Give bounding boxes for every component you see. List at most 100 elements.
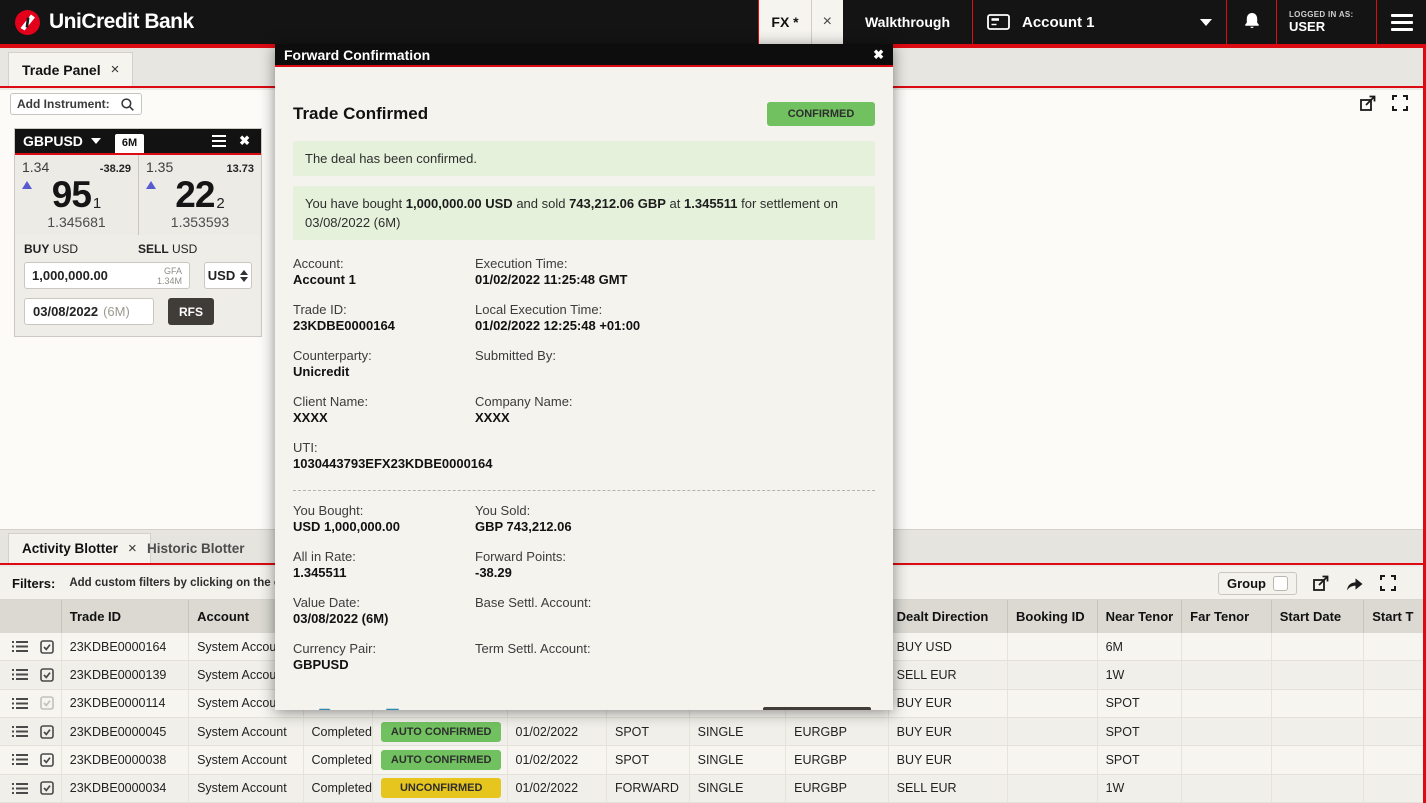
field-you-bought-: You Bought:USD 1,000,000.00	[293, 503, 475, 535]
tab-trade-panel-close-icon[interactable]: ×	[111, 61, 120, 78]
popout-icon[interactable]	[1359, 94, 1377, 112]
column-header-booking-id[interactable]: Booking ID	[1008, 600, 1098, 633]
column-header-blank[interactable]	[0, 600, 62, 633]
group-checkbox[interactable]	[1273, 576, 1288, 591]
cell-direction: BUY EUR	[889, 690, 1008, 717]
filters-hint: Add custom filters by clicking on the co…	[69, 577, 297, 589]
row-menu-icon[interactable]	[12, 753, 28, 766]
row-confirm-icon[interactable]	[40, 696, 54, 710]
widget-menu-icon[interactable]	[208, 131, 230, 152]
trade-details-section-2: You Bought:USD 1,000,000.00All in Rate:1…	[293, 503, 875, 687]
chevron-down-icon	[1200, 19, 1212, 26]
tenor-chip[interactable]: 6M	[115, 134, 144, 153]
notifications-button[interactable]	[1226, 0, 1276, 44]
row-actions-cell	[0, 746, 62, 773]
cell-product: FORWARD	[607, 775, 690, 802]
rfs-button[interactable]: RFS	[168, 298, 214, 325]
tab-historic-blotter[interactable]: Historic Blotter	[134, 533, 258, 563]
field-value: -38.29	[475, 565, 875, 581]
row-actions-cell	[0, 775, 62, 802]
dashed-divider	[293, 490, 875, 491]
account-card-icon	[987, 13, 1010, 31]
row-confirm-icon[interactable]	[40, 781, 54, 795]
tab-fx[interactable]: FX * ×	[758, 0, 843, 44]
row-confirm-icon[interactable]	[40, 668, 54, 682]
field-label: Currency Pair:	[293, 641, 475, 657]
tab-walkthrough[interactable]: Walkthrough	[843, 0, 972, 44]
sell-price-tile[interactable]: 1.35 13.73 22 2 1.353593	[138, 155, 261, 235]
row-confirm-icon[interactable]	[40, 753, 54, 767]
tab-trade-panel-label: Trade Panel	[22, 62, 101, 78]
account-selector[interactable]: Account 1	[972, 0, 1226, 44]
cell-booking-id	[1008, 746, 1098, 773]
cell-direction: SELL EUR	[889, 661, 1008, 688]
group-toggle[interactable]: Group	[1218, 572, 1297, 595]
fullscreen-icon[interactable]	[1391, 94, 1409, 112]
modal-body: Trade Confirmed CONFIRMED The deal has b…	[275, 67, 893, 710]
cell-pair: EURGBP	[786, 718, 888, 745]
field-uti-: UTI:1030443793EFX23KDBE0000164	[293, 440, 475, 472]
fullscreen-icon[interactable]	[1379, 574, 1397, 592]
field-label: Base Settl. Account:	[475, 595, 875, 611]
value-date-value: 03/08/2022	[33, 304, 98, 319]
currency-select[interactable]: USD	[204, 262, 252, 289]
amount-input[interactable]: 1,000,000.00 GFA 1.34M	[24, 262, 190, 289]
cell-account: System Account	[189, 718, 303, 745]
row-menu-icon[interactable]	[12, 697, 28, 710]
field-label: Submitted By:	[475, 348, 875, 364]
field-label: Company Name:	[475, 394, 875, 410]
row-menu-icon[interactable]	[12, 668, 28, 681]
close-button[interactable]: Close	[763, 707, 871, 710]
tab-activity-blotter[interactable]: Activity Blotter ×	[8, 533, 151, 563]
table-row[interactable]: 23KDBE0000038System AccountCompletedAUTO…	[0, 746, 1426, 774]
field-forward-points-: Forward Points:-38.29	[475, 549, 875, 581]
widget-close-icon[interactable]: ✖	[236, 131, 253, 151]
amount-value: 1,000,000.00	[32, 268, 157, 283]
currency-pair-selector[interactable]: GBPUSD	[23, 133, 83, 149]
field-value	[475, 657, 875, 673]
table-row[interactable]: 23KDBE0000034System AccountCompletedUNCO…	[0, 775, 1426, 803]
cell-booking-id	[1008, 690, 1098, 717]
table-row[interactable]: 23KDBE0000045System AccountCompletedAUTO…	[0, 718, 1426, 746]
column-header-dealt-direction[interactable]: Dealt Direction	[889, 600, 1008, 633]
field-value: 1030443793EFX23KDBE0000164	[293, 456, 475, 472]
modal-close-icon[interactable]: ✖	[873, 47, 884, 63]
add-instrument-input[interactable]: Add Instrument:	[10, 93, 142, 115]
field-local-execution-time-: Local Execution Time:01/02/2022 12:25:48…	[475, 302, 875, 334]
print-icon[interactable]	[381, 708, 404, 710]
field-base-settl-account-: Base Settl. Account:	[475, 595, 875, 627]
row-menu-icon[interactable]	[12, 725, 28, 738]
column-header-far-tenor[interactable]: Far Tenor	[1182, 600, 1272, 633]
value-date-input[interactable]: 03/08/2022 (6M)	[24, 298, 154, 325]
popout-icon[interactable]	[1312, 574, 1330, 592]
buy-price-tile[interactable]: 1.34 -38.29 95 1 1.345681	[15, 155, 138, 235]
cell-start-date	[1272, 661, 1365, 688]
row-actions-cell	[0, 661, 62, 688]
column-header-start-date[interactable]: Start Date	[1272, 600, 1365, 633]
trade-summary-segment: 1,000,000.00 USD	[406, 196, 513, 211]
column-header-near-tenor[interactable]: Near Tenor	[1098, 600, 1183, 633]
row-menu-icon[interactable]	[12, 782, 28, 795]
row-confirm-icon[interactable]	[40, 640, 54, 654]
tab-fx-label: FX *	[759, 0, 810, 44]
cell-start-time	[1364, 661, 1426, 688]
field-client-name-: Client Name:XXXX	[293, 394, 475, 426]
tab-trade-panel[interactable]: Trade Panel ×	[8, 52, 133, 86]
field-term-settl-account-: Term Settl. Account:	[475, 641, 875, 673]
cell-date: 01/02/2022	[508, 775, 608, 802]
cell-confirmation: AUTO CONFIRMED	[373, 746, 507, 773]
sell-forward-points: 13.73	[226, 163, 254, 175]
column-header-start-t[interactable]: Start T	[1364, 600, 1426, 633]
share-icon[interactable]	[1345, 575, 1364, 592]
trade-summary-segment: and sold	[513, 196, 569, 211]
field-label: You Bought:	[293, 503, 475, 519]
column-header-trade-id[interactable]: Trade ID	[62, 600, 189, 633]
field-value: Unicredit	[293, 364, 475, 380]
main-menu-button[interactable]	[1376, 0, 1426, 44]
row-confirm-icon[interactable]	[40, 725, 54, 739]
tab-fx-close-icon[interactable]: ×	[811, 0, 843, 44]
row-menu-icon[interactable]	[12, 640, 28, 653]
cell-direction: BUY EUR	[889, 718, 1008, 745]
document-icon[interactable]	[317, 708, 336, 710]
chevron-down-icon[interactable]	[91, 138, 101, 144]
